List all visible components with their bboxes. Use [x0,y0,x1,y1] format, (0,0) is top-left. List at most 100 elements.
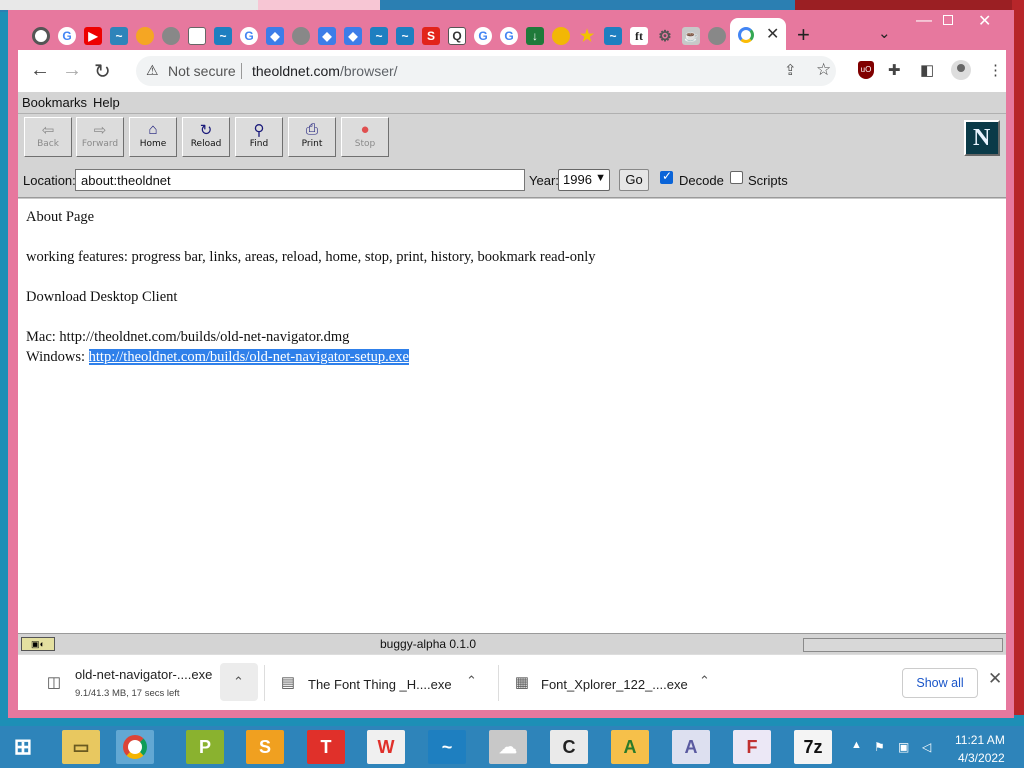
clock-date[interactable]: 4/3/2022 [958,751,1005,765]
reload-icon[interactable]: ↻ [94,59,111,84]
tab-google-icon[interactable]: G [474,27,492,45]
security-label[interactable]: Not secure [168,63,236,79]
kebab-menu-icon[interactable]: ⋮ [988,61,1003,79]
menu-bookmarks[interactable]: Bookmarks [22,95,87,110]
tab-sun-icon[interactable] [136,27,154,45]
tab-google-icon[interactable]: G [500,27,518,45]
tab-chrome-icon[interactable] [32,27,50,45]
chrome-taskbar-icon[interactable] [116,730,154,764]
tab-wave-icon[interactable]: ~ [370,27,388,45]
volume-muted-icon[interactable]: ◁ [922,740,931,754]
download-item-name[interactable]: old-net-navigator-....exe [75,667,212,682]
go-button[interactable]: Go [619,169,649,191]
tab-bird-icon[interactable]: ~ [110,27,128,45]
tab-ft-icon[interactable]: ft [630,27,648,45]
flag-icon[interactable]: ⚑ [874,740,885,754]
extensions-puzzle-icon[interactable]: ✚ [888,61,901,79]
address-url[interactable]: theoldnet.com/browser/ [252,63,398,79]
downloads-bar: ◫ old-net-navigator-....exe 9.1/41.3 MB,… [18,654,1006,710]
text-maker-icon[interactable]: T [307,730,345,764]
font-fx-icon[interactable]: F [733,730,771,764]
browser-window: G ▶ ~ ~ G ◆ ◆ ◆ ~ ~ S Q G G ↓ ★ ~ ft ⚙ ☕… [8,10,1014,718]
mac-download-link[interactable]: http://theoldnet.com/builds/old-net-navi… [59,329,349,345]
back-button[interactable]: ⇦ Back [24,117,72,157]
tab-wave-icon[interactable]: ~ [604,27,622,45]
tab-q-icon[interactable]: Q [448,27,466,45]
tab-s-icon[interactable]: S [422,27,440,45]
maximize-button[interactable] [943,15,953,25]
download-item-name[interactable]: Font_Xplorer_122_....exe [541,677,688,692]
tab-globe-icon[interactable] [162,27,180,45]
tab-close-icon[interactable]: ✕ [766,24,779,44]
tab-star-icon[interactable]: ★ [578,27,596,45]
reload-button[interactable]: ↻ Reload [182,117,230,157]
chevron-up-icon: ⌃ [233,674,244,689]
page-viewport: Bookmarks Help ⇦ Back ⇨ Forward ⌂ Home ↻… [18,92,1006,654]
tab-globe-icon[interactable] [708,27,726,45]
cloud-app-icon[interactable]: ☁ [489,730,527,764]
forward-arrow-icon[interactable]: → [62,59,82,82]
start-button[interactable]: ⊞ [4,730,42,764]
download-item-name[interactable]: The Font Thing _H....exe [308,677,452,692]
download-item-menu[interactable]: ⌃ [220,663,258,701]
home-button[interactable]: ⌂ Home [129,117,177,157]
file-explorer-icon[interactable]: ▭ [62,730,100,764]
chevron-up-icon[interactable]: ⌃ [466,673,477,689]
network-icon[interactable]: ▣ [898,740,909,754]
tab-download-icon[interactable]: ↓ [526,27,544,45]
tray-overflow-icon[interactable]: ▲ [851,739,862,751]
close-downloads-icon[interactable]: ✕ [988,669,1002,689]
writer-icon[interactable]: W [367,730,405,764]
ublock-extension-icon[interactable]: uO [858,61,874,79]
tab-wave-icon[interactable]: ~ [214,27,232,45]
tab-java-icon[interactable]: ☕ [682,27,700,45]
publisher-icon[interactable]: P [186,730,224,764]
tab-google-icon[interactable]: G [240,27,258,45]
tab-active[interactable]: ✕ [730,18,786,50]
minimize-button[interactable]: — [916,12,932,30]
scripts-checkbox[interactable] [730,171,743,184]
window-close-button[interactable]: ✕ [978,11,991,31]
warning-icon[interactable]: ⚠ [146,62,159,79]
tab-flower-icon[interactable] [552,27,570,45]
menu-help[interactable]: Help [93,95,120,110]
tab-diamond-icon[interactable]: ◆ [266,27,284,45]
tab-gear-icon[interactable]: ⚙ [656,27,674,45]
status-text: buggy-alpha 0.1.0 [380,637,477,651]
profile-avatar[interactable] [951,60,971,80]
font-a-icon[interactable]: A [672,730,710,764]
tab-search-chevron-icon[interactable]: ⌄ [878,24,891,42]
find-button[interactable]: ⚲ Find [235,117,283,157]
windows-download-link[interactable]: http://theoldnet.com/builds/old-net-navi… [88,349,409,365]
tab-cube-icon[interactable]: ◆ [318,27,336,45]
location-input[interactable]: about:theoldnet [75,169,525,191]
clock-time[interactable]: 11:21 AM [955,733,1005,747]
tab-youtube-icon[interactable]: ▶ [84,27,102,45]
year-label: Year: [529,173,559,188]
new-tab-button[interactable]: + [797,22,810,48]
show-all-button[interactable]: Show all [902,668,978,698]
tab-diamond-icon[interactable]: ◆ [344,27,362,45]
navigator-logo: N [964,120,1000,156]
c-app-icon[interactable]: C [550,730,588,764]
back-arrow-icon[interactable]: ← [30,59,50,82]
side-panel-icon[interactable]: ◧ [920,61,934,79]
7zip-icon[interactable]: 7z [794,730,832,764]
chevron-up-icon[interactable]: ⌃ [699,673,710,689]
print-button[interactable]: ⎙ Print [288,117,336,157]
font-abc-icon[interactable]: A [611,730,649,764]
tab-wave-icon[interactable]: ~ [396,27,414,45]
tab-globe-icon[interactable] [292,27,310,45]
address-bar[interactable]: ⚠ Not secure theoldnet.com/browser/ ⇪ ☆ [136,56,836,86]
home-icon: ⌂ [148,121,158,138]
spreadsheet-icon[interactable]: S [246,730,284,764]
bookmark-star-icon[interactable]: ☆ [816,60,831,80]
stop-button[interactable]: ● Stop [341,117,389,157]
tab-google-icon[interactable]: G [58,27,76,45]
tab-page-icon[interactable] [188,27,206,45]
bird-app-icon[interactable]: ~ [428,730,466,764]
decode-checkbox[interactable] [660,169,673,184]
share-icon[interactable]: ⇪ [784,61,797,79]
forward-button[interactable]: ⇨ Forward [76,117,124,157]
year-select[interactable]: 1996 ▼ [558,169,610,191]
